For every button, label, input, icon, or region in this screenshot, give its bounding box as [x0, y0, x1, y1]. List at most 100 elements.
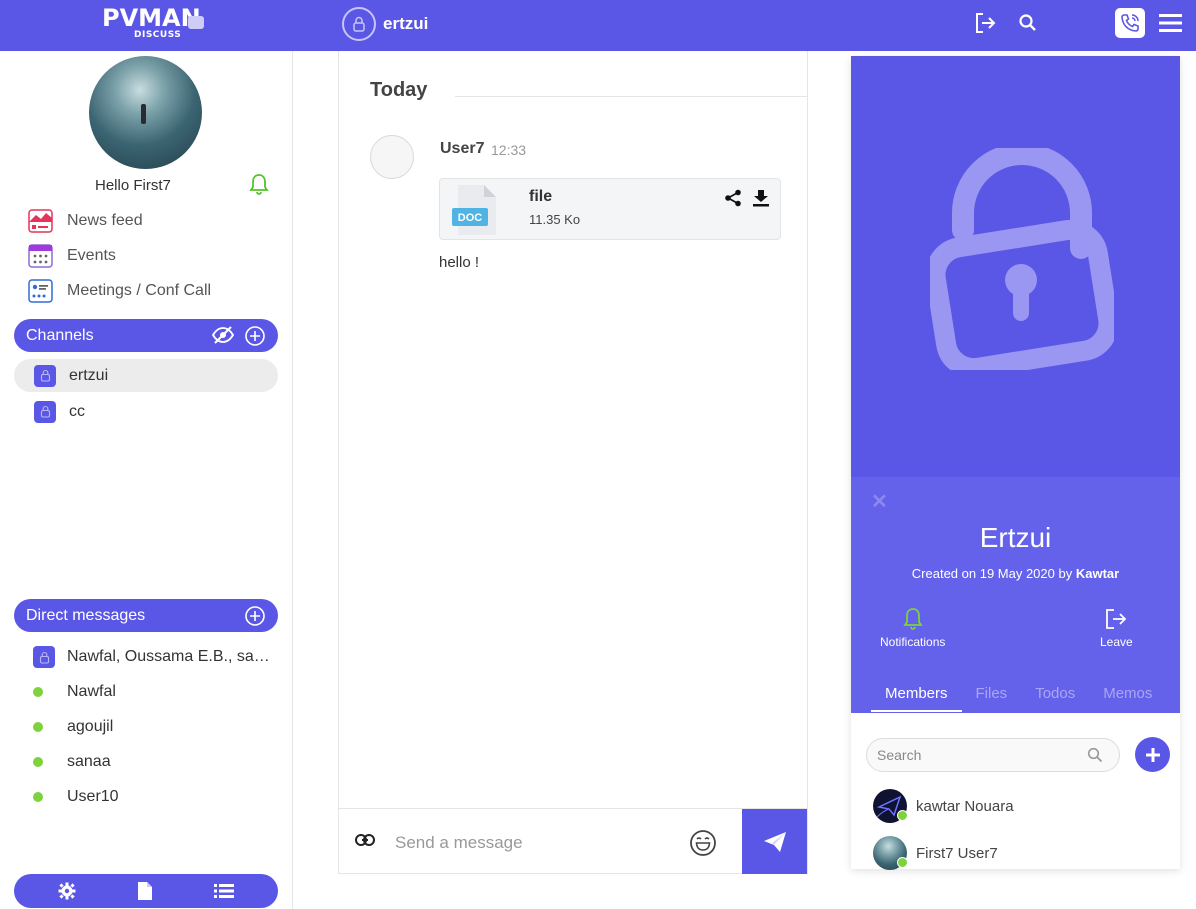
- member-avatar: [873, 789, 908, 823]
- member-name: kawtar Nouara: [916, 797, 1014, 815]
- add-member-button[interactable]: [1135, 737, 1170, 772]
- message-avatar[interactable]: [370, 135, 414, 179]
- online-status-dot: [33, 792, 43, 802]
- plus-icon: [1145, 747, 1160, 762]
- channels-title: Channels: [26, 326, 94, 344]
- app-logo[interactable]: PVMAN DISCUSS: [102, 6, 204, 40]
- sidebar-bottom-bar: [14, 874, 278, 908]
- message-author[interactable]: User7: [440, 140, 484, 158]
- header-channel-name: ertzui: [383, 14, 429, 33]
- member-item[interactable]: kawtar Nouara: [873, 789, 1014, 823]
- share-icon[interactable]: [724, 189, 742, 207]
- online-status-dot: [33, 687, 43, 697]
- channel-title: Ertzui: [979, 522, 1052, 553]
- greeting: Hello First7: [95, 177, 171, 194]
- meeting-icon: [28, 279, 53, 303]
- member-avatar: [873, 836, 908, 870]
- nav-meetings[interactable]: Meetings / Conf Call: [28, 277, 211, 305]
- large-lock-icon: [930, 148, 1114, 370]
- logo-bubble-icon: [188, 16, 204, 29]
- notification-bell-icon[interactable]: [249, 173, 269, 200]
- dm-name: Nawfal: [67, 683, 116, 700]
- dm-item-user10[interactable]: User10: [33, 783, 278, 811]
- logout-icon[interactable]: [974, 12, 996, 39]
- online-status-dot: [897, 810, 908, 821]
- message-time: 12:33: [491, 142, 527, 158]
- direct-messages-header: Direct messages: [14, 599, 278, 632]
- dm-name: agoujil: [67, 718, 114, 735]
- lock-icon: [34, 400, 56, 423]
- dm-title: Direct messages: [26, 606, 146, 624]
- send-button[interactable]: [742, 809, 807, 874]
- add-dm-icon[interactable]: [244, 605, 266, 627]
- tab-files[interactable]: Files: [962, 685, 1022, 712]
- menu-icon[interactable]: [1159, 13, 1183, 38]
- chat-area: Today User7 12:33 DOC file 11.35 Ko hell…: [338, 51, 808, 810]
- notifications-label: Notifications: [880, 635, 946, 649]
- nav-label: Events: [67, 247, 116, 264]
- channel-created: Created on 19 May 2020 by Kawtar: [851, 566, 1180, 581]
- leave-icon: [1106, 609, 1127, 629]
- dm-name: sanaa: [67, 753, 111, 770]
- doc-file-icon: DOC: [452, 185, 496, 235]
- channel-name: ertzui: [69, 366, 109, 384]
- tab-members[interactable]: Members: [871, 685, 962, 712]
- panel-tabs: Members Files Todos Memos: [871, 685, 1166, 712]
- date-divider: Today: [370, 79, 428, 101]
- message-composer: [338, 808, 808, 874]
- channel-info-panel: ✕ Ertzui Created on 19 May 2020 by Kawta…: [851, 56, 1180, 870]
- send-icon: [763, 831, 786, 852]
- dm-item-group[interactable]: Nawfal, Oussama E.B., sanaa, User10: [33, 643, 278, 671]
- member-search-input[interactable]: [877, 747, 1077, 763]
- online-status-dot: [33, 722, 43, 732]
- dm-name: Nawfal, Oussama E.B., sanaa, User10: [67, 648, 277, 665]
- search-icon[interactable]: [1087, 747, 1103, 763]
- dm-name: User10: [67, 788, 119, 805]
- file-name: file: [529, 188, 553, 205]
- nav-label: News feed: [67, 212, 143, 229]
- sidebar: Hello First7 News feed Events Meetings /…: [0, 51, 293, 909]
- channel-banner: [851, 56, 1180, 477]
- leave-button[interactable]: Leave: [1100, 607, 1133, 649]
- channel-item-cc[interactable]: cc: [14, 395, 278, 428]
- dm-item-agoujil[interactable]: agoujil: [33, 713, 278, 741]
- add-channel-icon[interactable]: [244, 325, 266, 347]
- date-divider-line: [455, 96, 807, 97]
- member-name: First7 User7: [916, 844, 998, 862]
- member-search: [866, 738, 1120, 772]
- file-icon[interactable]: [137, 881, 153, 901]
- dm-item-sanaa[interactable]: sanaa: [33, 748, 278, 776]
- settings-gear-icon[interactable]: [58, 882, 76, 900]
- file-attachment[interactable]: DOC file 11.35 Ko: [439, 178, 781, 240]
- message-input[interactable]: [395, 829, 675, 857]
- download-icon[interactable]: [752, 189, 770, 207]
- logo-sub-text: DISCUSS: [134, 30, 182, 40]
- nav-events[interactable]: Events: [28, 242, 116, 270]
- created-prefix: Created on 19 May 2020 by: [911, 566, 1073, 581]
- notifications-button[interactable]: Notifications: [880, 607, 945, 649]
- member-item[interactable]: First7 User7: [873, 836, 998, 870]
- file-size: 11.35 Ko: [529, 212, 581, 227]
- dm-item-nawfal[interactable]: Nawfal: [33, 678, 278, 706]
- close-icon[interactable]: ✕: [871, 489, 888, 514]
- call-button[interactable]: [1115, 8, 1145, 38]
- created-by: Kawtar: [1075, 566, 1120, 581]
- user-avatar[interactable]: [89, 56, 202, 169]
- lock-icon: [342, 7, 376, 41]
- channel-item-ertzui[interactable]: ertzui: [14, 359, 278, 392]
- header-channel[interactable]: ertzui: [342, 7, 428, 41]
- channel-name: cc: [69, 402, 85, 420]
- news-feed-icon: [28, 209, 53, 233]
- emoji-icon[interactable]: [689, 829, 717, 857]
- nav-label: Meetings / Conf Call: [67, 282, 212, 299]
- file-type-label: DOC: [458, 212, 483, 224]
- hide-eye-icon[interactable]: [212, 325, 234, 345]
- list-icon[interactable]: [213, 883, 234, 899]
- attach-link-icon[interactable]: [355, 833, 375, 847]
- tab-todos[interactable]: Todos: [1021, 685, 1089, 712]
- leave-label: Leave: [1100, 635, 1133, 649]
- nav-news-feed[interactable]: News feed: [28, 207, 143, 235]
- tab-memos[interactable]: Memos: [1089, 685, 1166, 712]
- channel-info: ✕ Ertzui Created on 19 May 2020 by Kawta…: [851, 477, 1180, 713]
- search-icon[interactable]: [1018, 13, 1038, 38]
